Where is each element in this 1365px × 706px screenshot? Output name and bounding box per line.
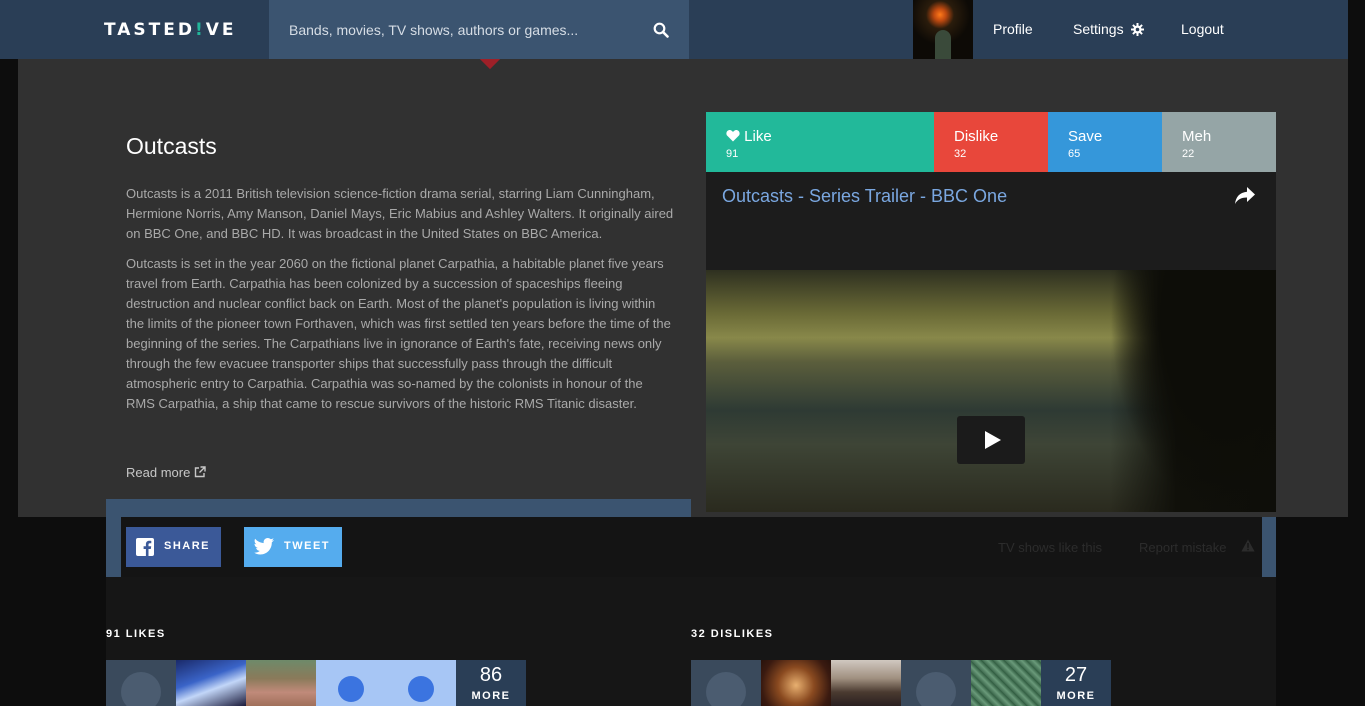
dislike-count: 32 bbox=[954, 148, 967, 160]
avatar-head bbox=[408, 676, 434, 702]
similar-items-link[interactable]: TV shows like this bbox=[998, 540, 1102, 555]
twitter-tweet-label: TWEET bbox=[284, 540, 330, 552]
dislikes-more-label: MORE bbox=[1056, 690, 1096, 702]
meh-label: Meh bbox=[1182, 128, 1212, 145]
nav-settings-label: Settings bbox=[1073, 21, 1124, 37]
item-description: Outcasts is a 2011 British television sc… bbox=[126, 184, 674, 424]
share-arrow-icon[interactable] bbox=[1234, 186, 1256, 206]
video-title-bar: Outcasts - Series Trailer - BBC One bbox=[706, 172, 1276, 270]
heart-icon bbox=[726, 130, 740, 142]
page: TASTED!VE Profile Settings bbox=[0, 0, 1365, 706]
play-button[interactable] bbox=[957, 416, 1025, 464]
meh-button[interactable]: Meh 22 bbox=[1162, 112, 1276, 172]
item-title: Outcasts bbox=[126, 133, 217, 159]
likes-more-count: 86 bbox=[479, 664, 503, 686]
twitter-tweet-button[interactable]: TWEET bbox=[244, 527, 342, 567]
like-count: 91 bbox=[726, 148, 739, 160]
video-title[interactable]: Outcasts - Series Trailer - BBC One bbox=[722, 186, 1007, 207]
disliker-avatar-default[interactable] bbox=[901, 660, 971, 706]
dislikes-heading: 32 DISLIKES bbox=[691, 628, 774, 640]
liker-avatar-default[interactable] bbox=[106, 660, 176, 706]
facebook-icon bbox=[136, 538, 154, 556]
liker-avatar[interactable] bbox=[246, 660, 316, 706]
facebook-share-label: SHARE bbox=[164, 540, 211, 552]
nav-profile-link[interactable]: Profile bbox=[993, 21, 1033, 37]
likes-heading: 91 LIKES bbox=[106, 628, 166, 640]
share-bar-accent-right bbox=[1262, 517, 1276, 577]
like-label: Like bbox=[744, 128, 772, 145]
liker-avatar-pair[interactable] bbox=[316, 660, 456, 706]
pointer-caret bbox=[473, 59, 507, 83]
meh-count: 22 bbox=[1182, 148, 1195, 160]
description-paragraph: Outcasts is a 2011 British television sc… bbox=[126, 186, 674, 241]
brand-text-right: VE bbox=[205, 20, 237, 40]
facebook-share-button[interactable]: SHARE bbox=[126, 527, 221, 567]
avatar-head bbox=[338, 676, 364, 702]
nav-settings-link[interactable]: Settings bbox=[1073, 21, 1145, 37]
save-count: 65 bbox=[1068, 148, 1081, 160]
disliker-avatar[interactable] bbox=[831, 660, 901, 706]
dislike-button[interactable]: Dislike 32 bbox=[934, 112, 1048, 172]
disliker-avatar-default[interactable] bbox=[691, 660, 761, 706]
brand-logo[interactable]: TASTED!VE bbox=[104, 20, 237, 40]
nav-logout-link[interactable]: Logout bbox=[1181, 21, 1224, 37]
search-button[interactable] bbox=[649, 18, 673, 42]
likes-more-button[interactable]: 86 MORE bbox=[456, 660, 526, 706]
save-label: Save bbox=[1068, 128, 1103, 145]
disliker-avatar[interactable] bbox=[971, 660, 1041, 706]
avatar-figure bbox=[935, 30, 951, 59]
brand-text-accent: ! bbox=[195, 20, 206, 40]
video-thumbnail: BBCone bbox=[706, 270, 1276, 512]
disliker-avatar[interactable] bbox=[761, 660, 831, 706]
brand-text-left: TASTED bbox=[104, 20, 195, 40]
thumbnail-silhouette bbox=[1110, 270, 1276, 512]
search-icon bbox=[653, 22, 669, 38]
video-player[interactable]: Outcasts - Series Trailer - BBC One BBCo… bbox=[706, 172, 1276, 512]
read-more-link[interactable]: Read more bbox=[126, 465, 206, 480]
search-input[interactable] bbox=[269, 0, 649, 59]
search-box bbox=[269, 0, 689, 59]
description-paragraph: Outcasts is set in the year 2060 on the … bbox=[126, 256, 671, 411]
warning-icon bbox=[1241, 539, 1255, 552]
external-link-icon bbox=[194, 466, 206, 478]
report-mistake-link[interactable]: Report mistake bbox=[1139, 540, 1226, 555]
read-more-label: Read more bbox=[126, 465, 191, 480]
gear-icon bbox=[1131, 23, 1145, 36]
dislikes-more-count: 27 bbox=[1064, 664, 1088, 686]
twitter-bird-icon bbox=[254, 538, 274, 555]
dislikes-more-button[interactable]: 27 MORE bbox=[1041, 660, 1111, 706]
dislike-label: Dislike bbox=[954, 128, 999, 145]
save-button[interactable]: Save 65 bbox=[1048, 112, 1162, 172]
liker-avatar[interactable] bbox=[176, 660, 246, 706]
user-avatar[interactable] bbox=[913, 0, 973, 59]
top-header: TASTED!VE Profile Settings bbox=[0, 0, 1348, 59]
likes-more-label: MORE bbox=[471, 690, 511, 702]
like-button[interactable]: Like 91 bbox=[706, 112, 934, 172]
